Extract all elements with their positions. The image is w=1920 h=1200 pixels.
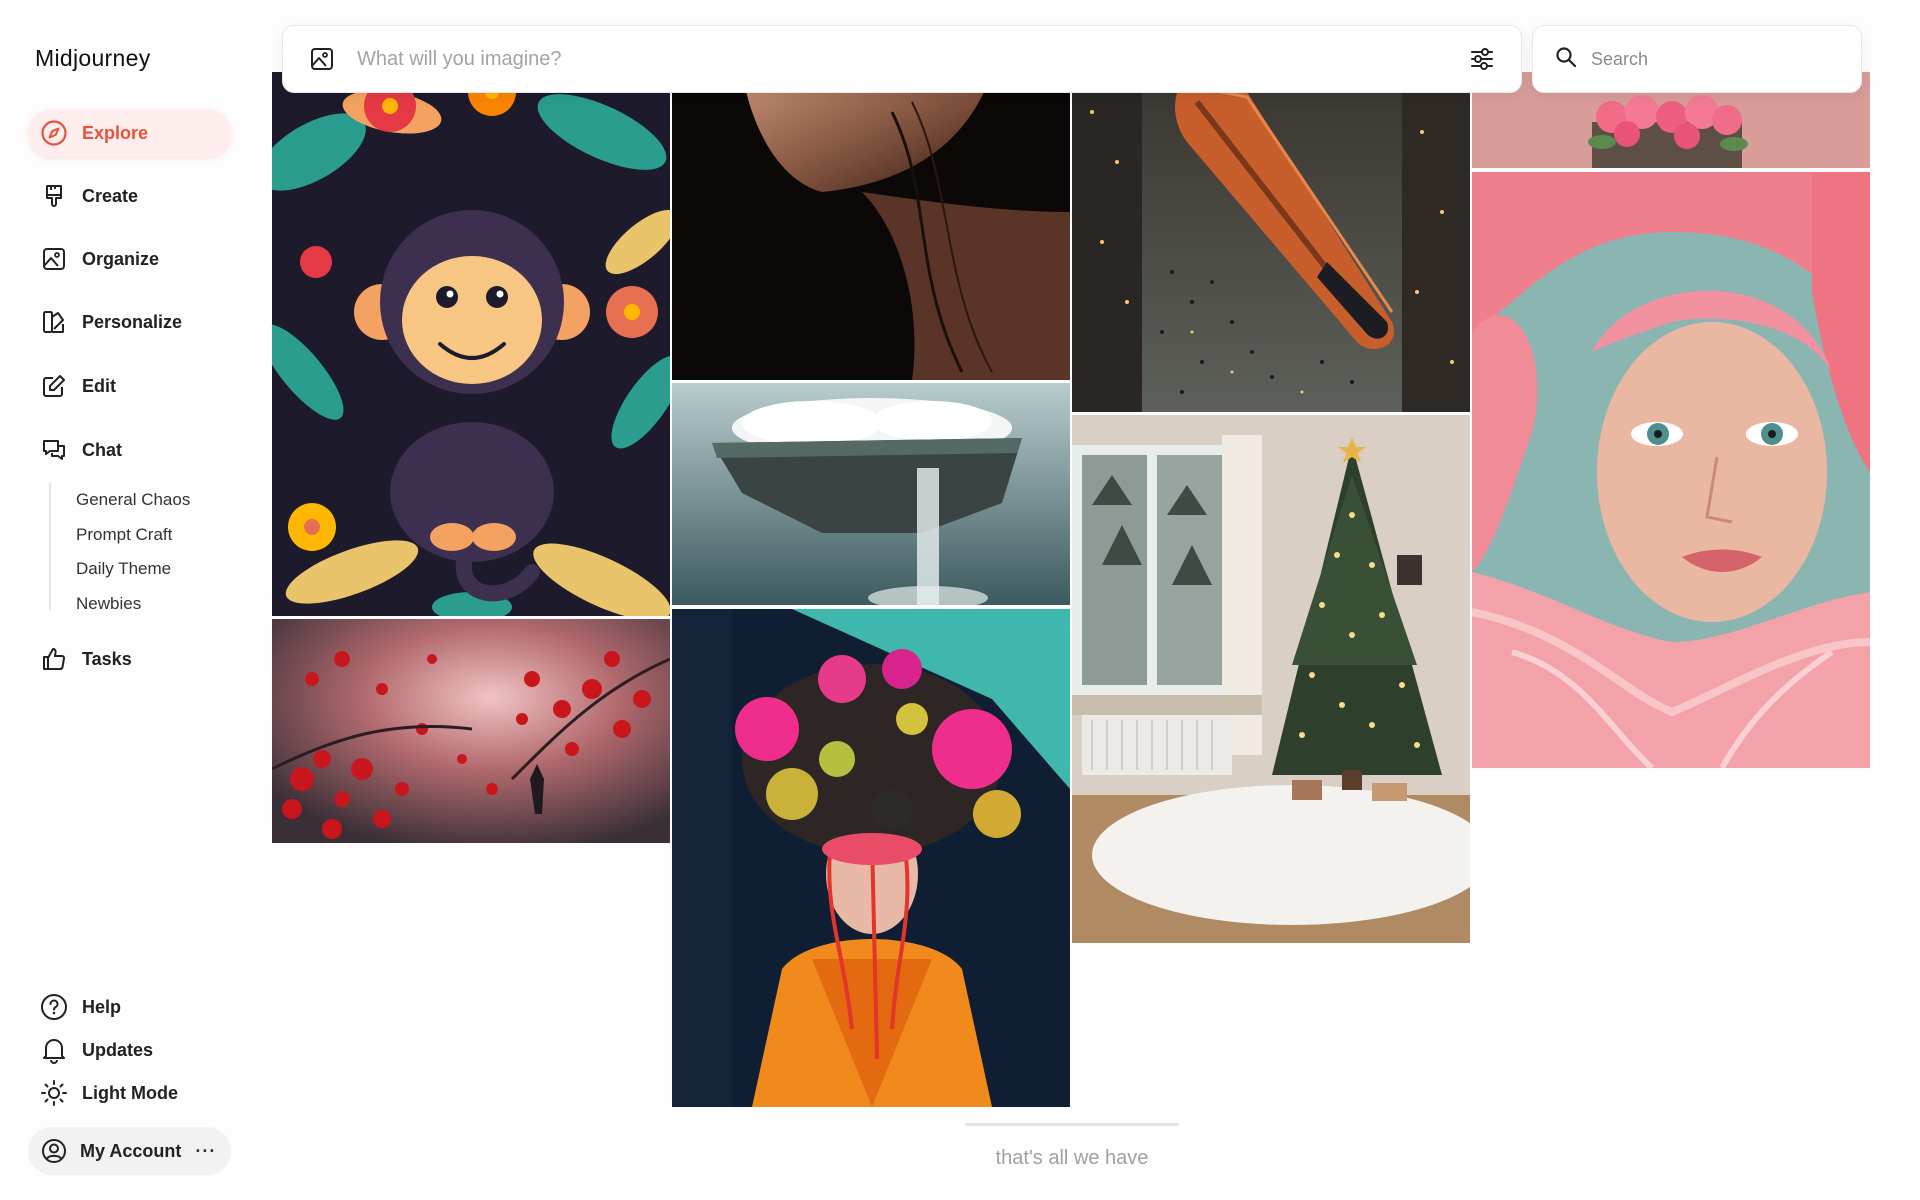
end-of-feed-text: that's all we have <box>995 1147 1149 1169</box>
nav-label: Create <box>82 185 139 206</box>
end-divider <box>965 1123 1179 1126</box>
nav-label: Chat <box>82 439 122 460</box>
prompt-bar <box>282 25 1522 93</box>
nav-personalize[interactable]: Personalize <box>28 298 231 346</box>
more-options-icon[interactable]: ··· <box>195 1141 216 1162</box>
nav-explore[interactable]: Explore <box>28 109 231 157</box>
nav-updates[interactable]: Updates <box>28 1030 231 1070</box>
nav-label: Edit <box>82 375 116 396</box>
image-icon[interactable] <box>305 42 339 76</box>
chat-room-daily-theme[interactable]: Daily Theme <box>76 552 190 587</box>
futuristic-train-city-image[interactable] <box>1072 72 1470 412</box>
sliders-icon[interactable] <box>1465 42 1499 76</box>
nav-light-mode[interactable]: Light Mode <box>28 1073 231 1113</box>
nav-label: Tasks <box>82 648 132 669</box>
nav-organize[interactable]: Organize <box>28 235 231 283</box>
monkey-illustration-image[interactable] <box>272 72 670 616</box>
nav-label: Light Mode <box>82 1082 178 1103</box>
user-circle-icon <box>38 1135 70 1167</box>
compass-icon <box>38 117 70 149</box>
help-icon <box>38 991 70 1023</box>
chat-icon <box>38 434 70 466</box>
nav-label: Help <box>82 996 122 1017</box>
bell-icon <box>38 1034 70 1066</box>
nav-label: Personalize <box>82 311 183 332</box>
brush-icon <box>38 180 70 212</box>
pink-feather-portrait-image[interactable] <box>1472 172 1870 768</box>
account-label: My Account <box>80 1140 182 1161</box>
prompt-input[interactable] <box>357 47 1465 71</box>
nav-label: Organize <box>82 248 160 269</box>
portrait-chin-closeup-image[interactable] <box>672 72 1070 380</box>
christmas-tree-room-image[interactable] <box>1072 415 1470 943</box>
sun-icon <box>38 1077 70 1109</box>
search-bar <box>1532 25 1862 93</box>
thumbs-up-icon <box>38 643 70 675</box>
nav-tasks[interactable]: Tasks <box>28 635 231 683</box>
nav-chat[interactable]: Chat <box>28 426 231 474</box>
nav-label: Updates <box>82 1039 154 1060</box>
sidebar: Midjourney Explore Create Organize Perso… <box>0 0 264 1200</box>
red-blossom-forest-image[interactable] <box>272 619 670 843</box>
chat-room-list: General Chaos Prompt Craft Daily Theme N… <box>49 483 190 613</box>
image-icon <box>38 243 70 275</box>
search-icon <box>1555 46 1577 73</box>
nav-label: Explore <box>82 122 149 143</box>
nav-edit[interactable]: Edit <box>28 362 231 410</box>
nav-create[interactable]: Create <box>28 172 231 220</box>
chat-room-prompt-craft[interactable]: Prompt Craft <box>76 518 190 553</box>
chat-room-newbies[interactable]: Newbies <box>76 587 190 622</box>
floating-island-waterfall-image[interactable] <box>672 383 1070 605</box>
nav-help[interactable]: Help <box>28 987 231 1027</box>
colorful-headdress-portrait-image[interactable] <box>672 609 1070 1107</box>
search-input[interactable] <box>1591 48 1839 70</box>
my-account-button[interactable]: My Account ··· <box>28 1127 231 1175</box>
edit-icon <box>38 370 70 402</box>
chat-room-general-chaos[interactable]: General Chaos <box>76 483 190 518</box>
palette-icon <box>38 306 70 338</box>
app-logo[interactable]: Midjourney <box>35 45 151 72</box>
